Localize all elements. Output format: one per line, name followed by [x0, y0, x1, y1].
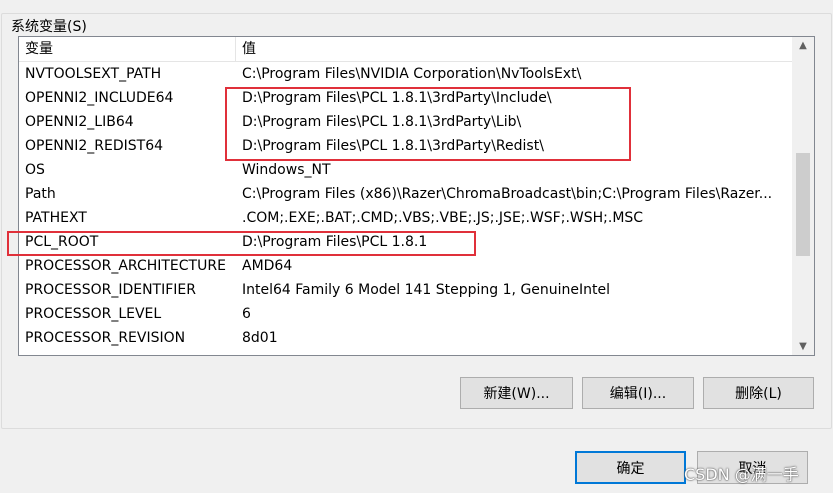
- variable-value: C:\Program Files\NVIDIA Corporation\NvTo…: [242, 66, 582, 82]
- variable-value: D:\Program Files\PCL 1.8.1\3rdParty\Lib\: [242, 114, 522, 130]
- watermark: CSDN @满一手: [684, 465, 799, 484]
- table-row[interactable]: PROCESSOR_IDENTIFIER Intel64 Family 6 Mo…: [19, 278, 792, 302]
- table-row[interactable]: Path C:\Program Files (x86)\Razer\Chroma…: [19, 182, 792, 206]
- vertical-scrollbar[interactable]: ▲ ▼: [792, 37, 814, 355]
- variable-value: 6: [242, 306, 251, 322]
- variable-value: AMD64: [242, 258, 293, 274]
- table-row[interactable]: NVTOOLSEXT_PATH C:\Program Files\NVIDIA …: [19, 62, 792, 86]
- variable-value: Windows_NT: [242, 162, 331, 178]
- variable-value: D:\Program Files\PCL 1.8.1\3rdParty\Redi…: [242, 138, 544, 154]
- group-title: 系统变量(S): [8, 17, 90, 37]
- variable-name: NVTOOLSEXT_PATH: [25, 66, 162, 82]
- scrollbar-thumb[interactable]: [796, 153, 810, 256]
- table-row[interactable]: OPENNI2_REDIST64 D:\Program Files\PCL 1.…: [19, 134, 792, 158]
- column-header-value[interactable]: 值: [236, 37, 792, 61]
- variable-value: C:\Program Files (x86)\Razer\ChromaBroad…: [242, 186, 773, 202]
- variable-name: PATHEXT: [25, 210, 87, 226]
- column-header-variable[interactable]: 变量: [19, 37, 236, 61]
- table-row[interactable]: PROCESSOR_LEVEL 6: [19, 302, 792, 326]
- table-row[interactable]: OPENNI2_INCLUDE64 D:\Program Files\PCL 1…: [19, 86, 792, 110]
- variable-value: D:\Program Files\PCL 1.8.1: [242, 234, 428, 250]
- variable-name: PROCESSOR_ARCHITECTURE: [25, 258, 226, 274]
- scroll-down-arrow-icon[interactable]: ▼: [792, 338, 814, 355]
- table-row[interactable]: PROCESSOR_REVISION 8d01: [19, 326, 792, 350]
- table-row[interactable]: PATHEXT .COM;.EXE;.BAT;.CMD;.VBS;.VBE;.J…: [19, 206, 792, 230]
- variable-value: Intel64 Family 6 Model 141 Stepping 1, G…: [242, 282, 611, 298]
- variable-value: D:\Program Files\PCL 1.8.1\3rdParty\Incl…: [242, 90, 552, 106]
- table-row[interactable]: OPENNI2_LIB64 D:\Program Files\PCL 1.8.1…: [19, 110, 792, 134]
- list-rows: NVTOOLSEXT_PATH C:\Program Files\NVIDIA …: [19, 62, 792, 350]
- variable-value: .COM;.EXE;.BAT;.CMD;.VBS;.VBE;.JS;.JSE;.…: [242, 210, 644, 226]
- variable-name: PROCESSOR_LEVEL: [25, 306, 162, 322]
- list-header: 变量 值: [19, 37, 792, 62]
- variable-name: PROCESSOR_IDENTIFIER: [25, 282, 196, 298]
- variable-name: OPENNI2_INCLUDE64: [25, 90, 174, 106]
- variable-name: PCL_ROOT: [25, 234, 99, 250]
- table-row[interactable]: PROCESSOR_ARCHITECTURE AMD64: [19, 254, 792, 278]
- variable-value: 8d01: [242, 330, 278, 346]
- variable-name: OPENNI2_LIB64: [25, 114, 134, 130]
- system-variables-list[interactable]: 变量 值 NVTOOLSEXT_PATH C:\Program Files\NV…: [18, 36, 815, 356]
- ok-button[interactable]: 确定: [575, 451, 686, 484]
- new-button[interactable]: 新建(W)...: [460, 377, 573, 409]
- table-row[interactable]: OS Windows_NT: [19, 158, 792, 182]
- variable-name: OS: [25, 162, 45, 178]
- variable-name: OPENNI2_REDIST64: [25, 138, 164, 154]
- variable-name: PROCESSOR_REVISION: [25, 330, 186, 346]
- table-row[interactable]: PCL_ROOT D:\Program Files\PCL 1.8.1: [19, 230, 792, 254]
- scroll-up-arrow-icon[interactable]: ▲: [792, 37, 814, 54]
- delete-button[interactable]: 删除(L): [703, 377, 814, 409]
- variable-name: Path: [25, 186, 56, 202]
- edit-button[interactable]: 编辑(I)...: [582, 377, 694, 409]
